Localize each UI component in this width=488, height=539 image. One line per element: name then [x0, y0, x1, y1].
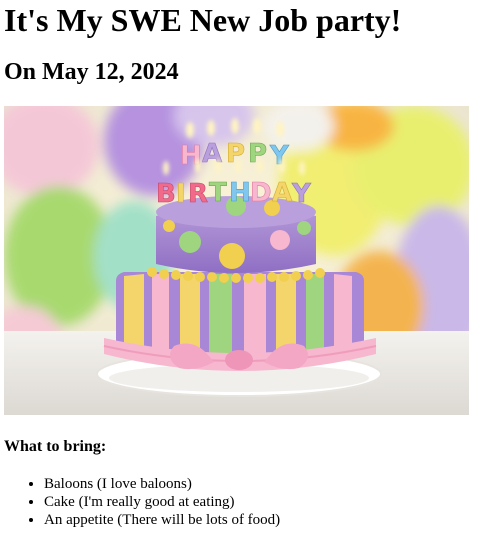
svg-text:A: A — [272, 178, 292, 208]
bring-list: Baloons (I love baloons) Cake (I'm reall… — [4, 475, 484, 529]
svg-text:Y: Y — [291, 179, 312, 209]
svg-text:B: B — [156, 179, 176, 209]
page-content: It's My SWE New Job party! On May 12, 20… — [0, 0, 488, 529]
svg-text:D: D — [250, 178, 272, 208]
svg-text:H: H — [229, 178, 251, 208]
svg-text:T: T — [209, 178, 227, 208]
page-title: It's My SWE New Job party! — [4, 2, 402, 38]
event-date-heading: On May 12, 2024 — [4, 59, 179, 85]
birthday-cake-image: H A P P Y B I R T H D A Y — [4, 106, 469, 415]
list-item: Baloons (I love baloons) — [44, 475, 484, 493]
svg-text:I: I — [176, 179, 186, 209]
svg-text:R: R — [188, 179, 208, 209]
list-item: Cake (I'm really good at eating) — [44, 493, 484, 511]
what-to-bring-heading: What to bring: — [4, 438, 107, 455]
list-item: An appetite (There will be lots of food) — [44, 511, 484, 529]
